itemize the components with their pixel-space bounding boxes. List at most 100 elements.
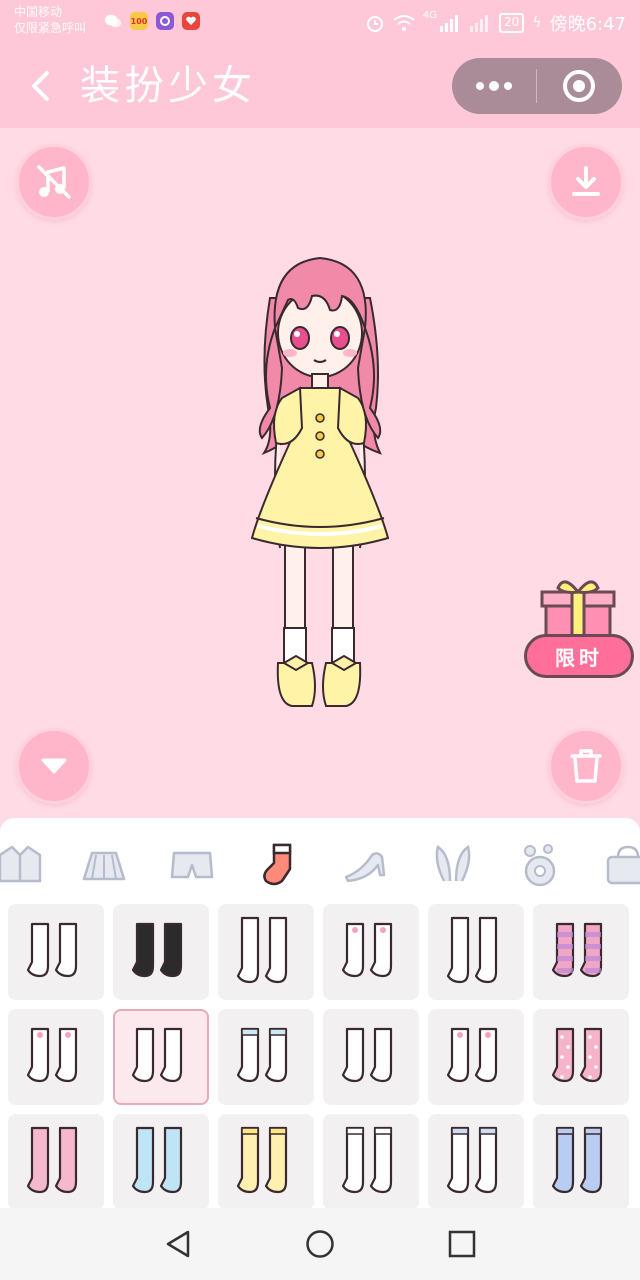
- heart-app-icon: [182, 12, 200, 30]
- category-tabs: [0, 828, 640, 902]
- item-ruffle-socks[interactable]: [8, 1009, 104, 1105]
- item-yellow-stockings[interactable]: [218, 1114, 314, 1208]
- sock-item-icon: [329, 1013, 413, 1101]
- more-button[interactable]: [452, 58, 536, 114]
- shorts-icon: [170, 851, 214, 879]
- tab-bag[interactable]: [596, 828, 640, 902]
- more-dots-icon: [476, 81, 512, 91]
- sock-item-icon: [434, 1118, 518, 1206]
- signal-icon: [440, 15, 459, 32]
- carrier-status: 仅限紧急呼叫: [14, 21, 87, 35]
- sock-item-icon: [224, 1013, 308, 1101]
- system-back-button[interactable]: [158, 1224, 198, 1264]
- navigation-bar: 装扮少女: [0, 44, 640, 128]
- battery-indicator: 20: [499, 13, 525, 33]
- gift-label: 限时: [524, 634, 634, 678]
- sock-item-icon: [224, 1118, 308, 1206]
- item-long-white-socks[interactable]: [323, 1009, 419, 1105]
- circle-home-icon: [306, 1230, 334, 1258]
- item-blue-trim-socks[interactable]: [218, 1009, 314, 1105]
- chevron-left-icon: [32, 71, 49, 101]
- page-title: 装扮少女: [80, 63, 256, 109]
- signal-2-icon: [470, 15, 489, 32]
- item-striped-socks[interactable]: [533, 904, 629, 1000]
- item-black-knee-socks[interactable]: [113, 904, 209, 1000]
- tab-shorts[interactable]: [162, 828, 222, 902]
- item-pink-stockings[interactable]: [8, 1114, 104, 1208]
- triangle-back-icon: [166, 1230, 190, 1258]
- wardrobe-panel: [0, 818, 640, 1208]
- charging-icon: ϟ: [532, 15, 542, 31]
- sock-item-icon: [119, 908, 203, 996]
- notification-icons: 100: [104, 12, 200, 30]
- system-recents-button[interactable]: [442, 1224, 482, 1264]
- sock-item-icon: [434, 908, 518, 996]
- item-white-blue-stockings[interactable]: [428, 1114, 524, 1208]
- carrier-info: 中国移动 仅限紧急呼叫: [14, 4, 86, 36]
- dressup-stage: 限时: [0, 128, 640, 820]
- status-right: 4G 20 ϟ 傍晚6:47: [365, 10, 626, 36]
- download-button[interactable]: [548, 144, 624, 220]
- collapse-panel-button[interactable]: [16, 728, 92, 804]
- chevron-down-icon: [41, 758, 67, 774]
- bunny-ears-icon: [435, 845, 471, 882]
- item-blue-ruffle-stockings[interactable]: [533, 1114, 629, 1208]
- item-white-tights-2[interactable]: [428, 904, 524, 1000]
- sock-item-icon: [14, 1013, 98, 1101]
- sock-item-icon: [434, 1013, 518, 1101]
- item-white-lace-stockings[interactable]: [323, 1114, 419, 1208]
- sock-item-icon: [14, 908, 98, 996]
- flower-icon: [524, 844, 556, 887]
- tab-shoes[interactable]: [336, 828, 396, 902]
- square-recents-icon: [448, 1230, 476, 1258]
- status-bar: 中国移动 仅限紧急呼叫 100 4G 20 ϟ 傍晚6:47: [0, 0, 640, 44]
- sock-item-icon: [119, 1118, 203, 1206]
- trash-icon: [570, 749, 602, 783]
- tab-jacket[interactable]: [0, 828, 50, 902]
- item-white-knee-socks[interactable]: [8, 904, 104, 1000]
- sock-item-icon: [539, 1013, 623, 1101]
- close-miniprogram-button[interactable]: [537, 58, 621, 114]
- miniprogram-capsule: [452, 58, 622, 114]
- carrier-name: 中国移动: [14, 5, 63, 19]
- music-off-icon: [37, 165, 71, 199]
- sock-item-icon: [119, 1013, 203, 1101]
- sock-item-icon: [14, 1118, 98, 1206]
- system-home-button[interactable]: [300, 1224, 340, 1264]
- character-illustration: [250, 256, 390, 707]
- limited-time-gift[interactable]: 限时: [524, 578, 636, 682]
- sock-item-icon: [539, 908, 623, 996]
- app-badge-100-icon: 100: [130, 12, 148, 30]
- back-button[interactable]: [20, 62, 60, 110]
- tab-accessory[interactable]: [510, 828, 570, 902]
- item-polka-dot-socks[interactable]: [533, 1009, 629, 1105]
- tab-socks[interactable]: [250, 828, 310, 902]
- sock-icon: [263, 843, 292, 886]
- high-heel-icon: [344, 852, 386, 883]
- bag-icon: [606, 845, 640, 885]
- music-toggle-button[interactable]: [16, 144, 92, 220]
- sock-item-icon: [329, 1118, 413, 1206]
- download-icon: [572, 166, 600, 196]
- reset-trash-button[interactable]: [548, 728, 624, 804]
- item-blue-stockings[interactable]: [113, 1114, 209, 1208]
- item-white-tights[interactable]: [218, 904, 314, 1000]
- tab-headwear[interactable]: [422, 828, 482, 902]
- network-type: 4G: [422, 10, 438, 21]
- item-plain-knee-socks[interactable]: [113, 1009, 209, 1105]
- phone-app-icon: [156, 12, 174, 30]
- target-close-icon: [563, 70, 595, 102]
- sock-item-icon: [329, 908, 413, 996]
- sock-item-icon: [539, 1118, 623, 1206]
- sock-item-icon: [224, 908, 308, 996]
- wifi-icon: [393, 15, 415, 31]
- skirt-icon: [82, 851, 126, 881]
- jacket-icon: [0, 845, 42, 883]
- gift-box-icon: [540, 580, 616, 640]
- system-navigation-bar: [0, 1208, 640, 1280]
- wechat-icon: [104, 12, 122, 30]
- alarm-icon: [366, 16, 383, 32]
- item-pink-bow-socks[interactable]: [428, 1009, 524, 1105]
- tab-skirt[interactable]: [74, 828, 134, 902]
- item-ankle-socks-bows[interactable]: [323, 904, 419, 1000]
